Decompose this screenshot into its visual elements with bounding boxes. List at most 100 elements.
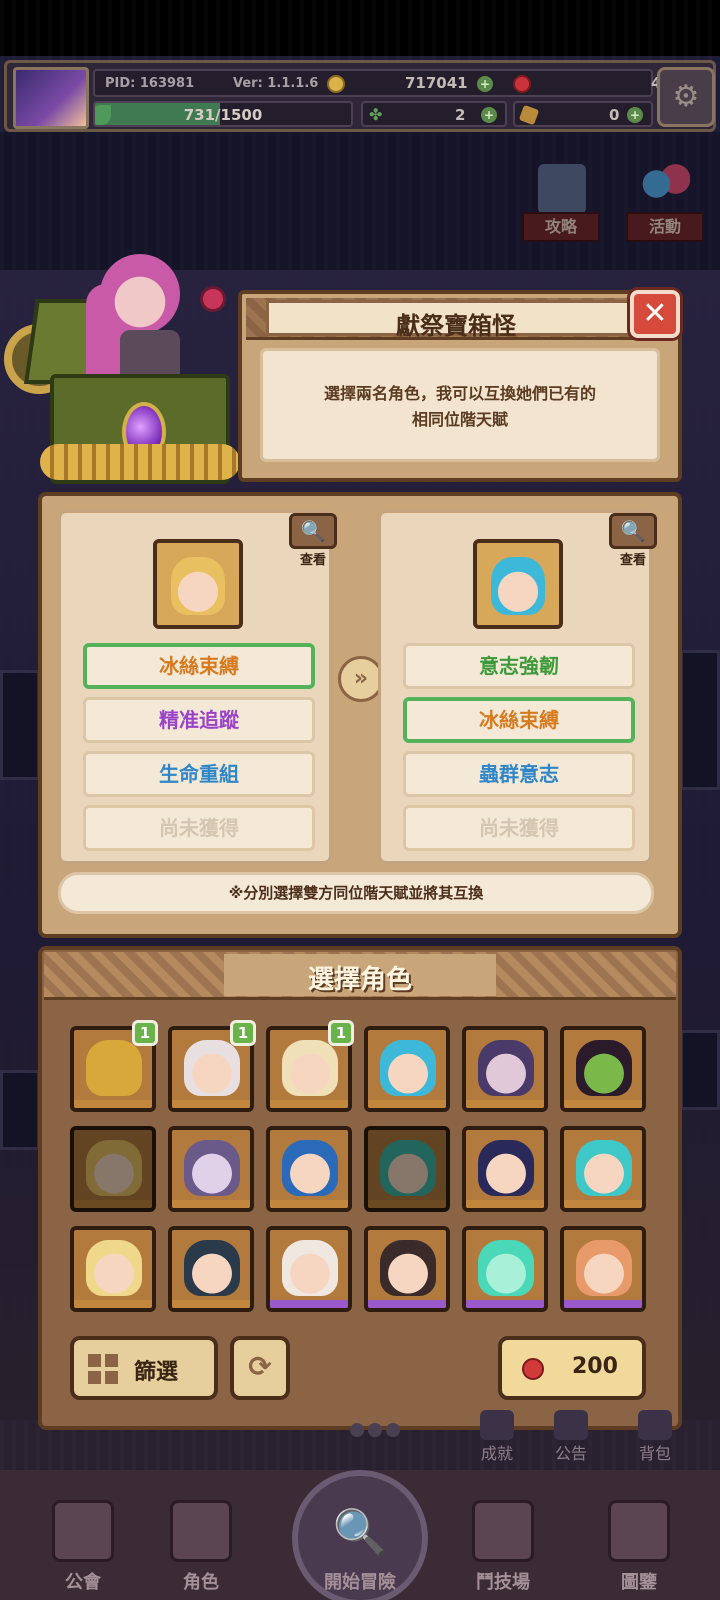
character-tile[interactable] [70, 1226, 156, 1312]
add-gold-icon[interactable]: + [477, 76, 493, 92]
announcement-icon [554, 1410, 588, 1440]
character-tile[interactable] [462, 1226, 548, 1312]
left-character-card: 🔍 查看 冰絲束縛 精准追蹤 生命重組 尚未獲得 [58, 510, 337, 864]
filter-label: 篩選 [134, 1360, 179, 1385]
ticket-icon [518, 104, 540, 126]
achievements-button[interactable]: 成就 [462, 1410, 532, 1470]
view-label: 查看 [619, 553, 646, 568]
book-icon [608, 1500, 670, 1562]
rose-icon [200, 286, 226, 312]
select-title: 選擇角色 [307, 965, 412, 995]
red-gem-icon [513, 75, 531, 93]
player-avatar[interactable] [13, 67, 89, 129]
character-tile[interactable] [266, 1126, 352, 1212]
crossed-swords-icon [472, 1500, 534, 1562]
mimic-character-art [0, 244, 240, 484]
nav-character[interactable]: 角色 [146, 1500, 256, 1600]
nav-adventure[interactable]: 🔍 開始冒險 [280, 1470, 440, 1600]
description-box: 選擇兩名角色，我可以互換她們已有的 相同位階天賦 [260, 348, 660, 462]
character-tile[interactable] [462, 1026, 548, 1112]
bottom-navigation: 公會 角色 🔍 開始冒險 鬥技場 圖鑒 [0, 1470, 720, 1600]
left-talent-3[interactable]: 生命重組 [83, 751, 315, 797]
count-badge: 1 [328, 1020, 354, 1046]
right-talent-4: 尚未獲得 [403, 805, 635, 851]
swap-cost: 200 [572, 1354, 618, 1379]
resource-row: PID: 163981 Ver: 1.1.1.6 717041 + 424 + [93, 69, 705, 97]
talent-swap-panel: 🔍 查看 冰絲束縛 精准追蹤 生命重組 尚未獲得 » 🔍 查看 意志強韌 冰絲束… [38, 492, 682, 938]
character-tile[interactable] [364, 1026, 450, 1112]
character-icon [170, 1500, 232, 1562]
clover-counter: ✤ 2 + [361, 101, 507, 127]
nav-character-label: 角色 [183, 1572, 219, 1593]
confirm-swap-button[interactable]: 200 [498, 1336, 646, 1400]
announcement-label: 公告 [554, 1444, 587, 1463]
character-tile[interactable] [266, 1226, 352, 1312]
gold-amount: 717041 [405, 74, 468, 92]
version-text: Ver: 1.1.1.6 [233, 76, 319, 91]
grid-icon [88, 1354, 118, 1384]
title-banner: 獻祭寶箱怪 [246, 298, 674, 340]
backpack-label: 背包 [638, 1444, 671, 1463]
left-talent-2[interactable]: 精准追蹤 [83, 697, 315, 743]
right-talent-2[interactable]: 冰絲束縛 [403, 697, 635, 743]
swap-note: ※分別選擇雙方同位階天賦並將其互換 [58, 872, 654, 914]
select-character-panel: 選擇角色 1 1 1 篩選 ⟳ 200 [38, 946, 682, 1430]
close-button[interactable]: ✕ [630, 290, 680, 338]
guild-icon [52, 1500, 114, 1562]
count-badge: 1 [230, 1020, 256, 1046]
trophy-icon [480, 1410, 514, 1440]
announcement-button[interactable]: 公告 [536, 1410, 606, 1470]
right-talent-1[interactable]: 意志強韌 [403, 643, 635, 689]
filter-button[interactable]: 篩選 [70, 1336, 218, 1400]
backpack-button[interactable]: 背包 [620, 1410, 690, 1470]
refresh-button[interactable]: ⟳ [230, 1336, 290, 1400]
settings-button[interactable]: ⚙ [657, 67, 715, 127]
view-label: 查看 [299, 553, 326, 568]
red-gem-icon [522, 1358, 544, 1380]
right-view-button[interactable]: 🔍 查看 [607, 513, 659, 569]
character-tile[interactable] [364, 1126, 450, 1212]
character-tile[interactable] [560, 1226, 646, 1312]
achievements-label: 成就 [480, 1444, 513, 1463]
select-banner: 選擇角色 [44, 952, 676, 1000]
dialog-title: 獻祭寶箱怪 [396, 312, 516, 340]
right-character-card: 🔍 查看 意志強韌 冰絲束縛 蟲群意志 尚未獲得 [378, 510, 657, 864]
left-view-button[interactable]: 🔍 查看 [287, 513, 339, 569]
clover-icon: ✤ [369, 105, 383, 124]
character-tile[interactable] [70, 1126, 156, 1212]
count-badge: 1 [132, 1020, 158, 1046]
character-tile[interactable] [168, 1226, 254, 1312]
description-line-1: 選擇兩名角色，我可以互換她們已有的 [323, 384, 596, 403]
left-talent-1[interactable]: 冰絲束縛 [83, 643, 315, 689]
nav-guild-label: 公會 [65, 1572, 101, 1593]
description-line-2: 相同位階天賦 [411, 410, 508, 429]
page-dots [350, 1422, 404, 1441]
character-tile[interactable] [560, 1026, 646, 1112]
gear-icon: ⚙ [672, 79, 700, 114]
gold-coin-icon [327, 75, 345, 93]
magnifier-icon: 🔍 [289, 513, 337, 549]
character-tile[interactable] [560, 1126, 646, 1212]
nav-arena[interactable]: 鬥技場 [448, 1500, 558, 1600]
add-ticket-icon[interactable]: + [627, 107, 643, 123]
ticket-counter: 0 + [513, 101, 653, 127]
top-status-bar: PID: 163981 Ver: 1.1.1.6 717041 + 424 + … [4, 60, 716, 132]
nav-codex[interactable]: 圖鑒 [584, 1500, 694, 1600]
exp-bar: 731/1500 [93, 101, 353, 127]
clover-amount: 2 [455, 106, 466, 124]
character-tile[interactable] [364, 1226, 450, 1312]
character-tile[interactable] [462, 1126, 548, 1212]
magnifier-icon: 🔍 [332, 1507, 388, 1558]
right-character-portrait[interactable] [473, 539, 563, 629]
nav-guild[interactable]: 公會 [28, 1500, 138, 1600]
right-talent-3[interactable]: 蟲群意志 [403, 751, 635, 797]
description-text: 選擇兩名角色，我可以互換她們已有的 相同位階天賦 [263, 381, 657, 433]
player-id: PID: 163981 [105, 76, 195, 91]
magnifier-icon: 🔍 [609, 513, 657, 549]
add-clover-icon[interactable]: + [481, 107, 497, 123]
exp-text: 731/1500 [183, 106, 263, 124]
left-talent-4: 尚未獲得 [83, 805, 315, 851]
left-character-portrait[interactable] [153, 539, 243, 629]
character-tile[interactable] [168, 1126, 254, 1212]
sub-navigation: 成就 公告 背包 [0, 1410, 720, 1470]
